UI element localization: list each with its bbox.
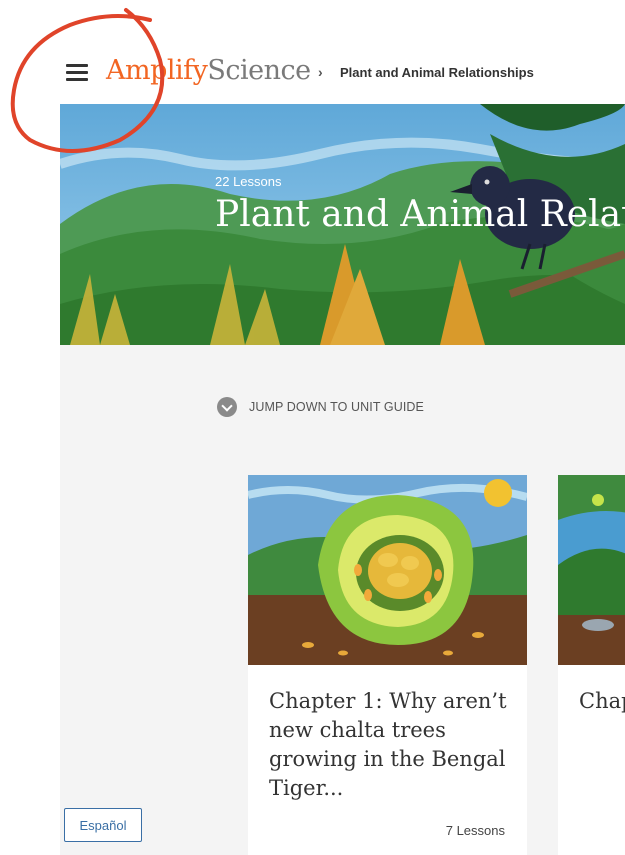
chapter-1-illustration — [248, 475, 527, 665]
hero-unit-title: Plant and Animal Relationships — [215, 194, 625, 235]
chapter-lesson-count: 7 Lessons — [445, 823, 505, 838]
top-header: AmplifyScience › Plant and Animal Relati… — [0, 0, 625, 104]
hamburger-menu-icon[interactable] — [62, 62, 92, 84]
chapter-card[interactable]: Chapter 2: Why aren’t new seeds... they — [558, 475, 625, 855]
chevron-down-icon — [217, 397, 237, 417]
chapter-2-illustration — [558, 475, 625, 665]
hero-lesson-count: 22 Lessons — [215, 174, 282, 189]
breadcrumb-current[interactable]: Plant and Animal Relationships — [340, 65, 534, 80]
amplify-science-logo[interactable]: AmplifyScience — [106, 55, 311, 86]
unit-hero-banner: 22 Lessons Plant and Animal Relationship… — [60, 104, 625, 345]
jump-link-label: JUMP DOWN TO UNIT GUIDE — [249, 400, 424, 414]
menu-bar — [66, 78, 88, 81]
jump-to-unit-guide-link[interactable]: JUMP DOWN TO UNIT GUIDE — [217, 397, 424, 417]
unit-content-area: JUMP DOWN TO UNIT GUIDE Chapter 1: Why a… — [60, 345, 625, 855]
menu-bar — [66, 64, 88, 67]
chapter-card[interactable]: Chapter 1: Why aren’t new chalta trees g… — [248, 475, 527, 855]
menu-bar — [66, 71, 88, 74]
logo-amplify: Amplify — [106, 55, 208, 86]
breadcrumb-chevron-icon: › — [318, 64, 323, 80]
chapter-title: Chapter 2: Why aren’t new seeds... they — [579, 689, 625, 713]
espanol-language-button[interactable]: Español — [64, 808, 142, 842]
logo-science: Science — [207, 55, 311, 86]
chapter-title: Chapter 1: Why aren’t new chalta trees g… — [269, 689, 507, 800]
